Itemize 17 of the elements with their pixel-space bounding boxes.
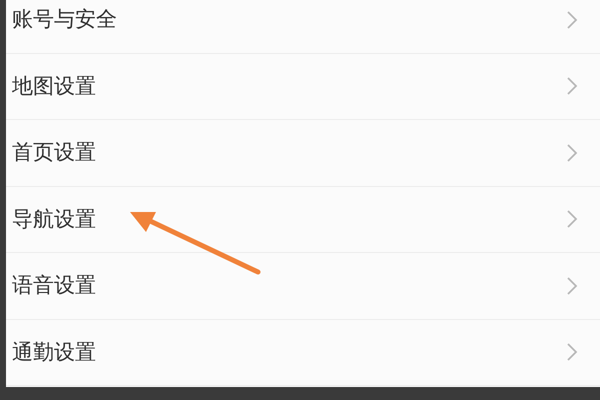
chevron-right-icon	[566, 76, 578, 96]
chevron-right-icon	[566, 209, 578, 230]
settings-row[interactable]: 语音设置	[6, 253, 600, 320]
settings-row[interactable]: 账号与安全	[6, 0, 600, 54]
chevron-right-icon	[566, 276, 578, 296]
settings-label: 语音设置	[12, 272, 96, 299]
settings-label: 首页设置	[12, 139, 96, 166]
chevron-right-icon	[566, 342, 578, 362]
chevron-right-icon	[566, 10, 578, 30]
settings-row[interactable]: 首页设置	[6, 120, 600, 186]
settings-label: 地图设置	[12, 72, 96, 100]
chevron-right-icon	[566, 142, 578, 163]
settings-row[interactable]: 地图设置	[6, 54, 600, 120]
settings-row[interactable]: 通勤设置	[6, 320, 600, 386]
settings-label: 账号与安全	[12, 6, 117, 33]
settings-label: 导航设置	[12, 206, 96, 232]
settings-label: 通勤设置	[12, 338, 96, 366]
